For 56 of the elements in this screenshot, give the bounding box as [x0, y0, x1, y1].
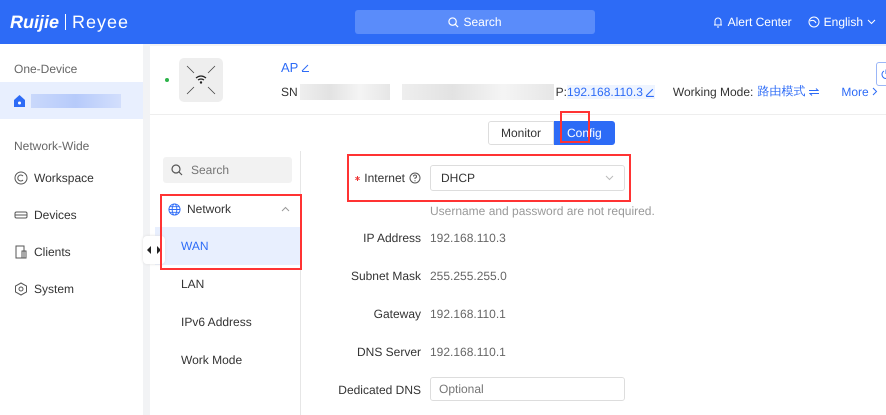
field-label: Dedicated DNS: [337, 382, 421, 399]
globe-icon: [168, 202, 181, 216]
brand-logo: Ruijie: [10, 12, 60, 32]
nav-icon: [14, 170, 28, 184]
bell-icon: [712, 16, 724, 28]
device-name[interactable]: AP: [281, 60, 878, 75]
internet-dropdown[interactable]: DHCP: [430, 165, 625, 191]
swap-icon: [809, 88, 820, 96]
menu-item[interactable]: LAN: [155, 265, 300, 303]
field-label: Gateway: [372, 306, 421, 323]
menu-group[interactable]: Network: [155, 191, 300, 227]
hint-text: Username and password are not required.: [430, 203, 655, 219]
field-label: DNS Server: [356, 344, 421, 361]
field-value: 192.168.110.1: [430, 306, 507, 323]
menu-search-field[interactable]: Search: [191, 163, 291, 177]
caret-icon: [281, 206, 290, 212]
globe-icon: [808, 16, 820, 28]
field-label: Subnet Mask: [350, 268, 421, 285]
search-box[interactable]: Search: [163, 157, 292, 183]
sidebar-item[interactable]: System: [0, 270, 143, 307]
caret-icon: [867, 19, 876, 25]
sidebar-item[interactable]: Workspace: [0, 159, 143, 196]
sidebar-item[interactable]: Clients: [0, 233, 143, 270]
working-mode-label: Working Mode:: [672, 84, 754, 98]
menu-item[interactable]: WAN: [155, 227, 300, 265]
field-value: 192.168.110.1: [430, 344, 507, 361]
language-dropdown[interactable]: English: [808, 15, 876, 29]
chevron-right-icon: [872, 87, 878, 96]
search-icon: [171, 164, 183, 176]
collapse-handle[interactable]: [143, 236, 165, 264]
ip-link[interactable]: 192.168.110.3: [567, 84, 655, 98]
field-label: IP Address: [362, 230, 421, 247]
serial-label: SN: [281, 84, 298, 98]
help-icon: [409, 172, 421, 184]
search-icon: [448, 16, 460, 28]
sidebar-item[interactable]: Devices: [0, 196, 143, 233]
menu-item[interactable]: Work Mode: [155, 341, 300, 379]
sidebar-section-title: Network-Wide: [13, 138, 90, 155]
home-icon: [14, 94, 25, 106]
working-mode-link[interactable]: 路由模式: [757, 83, 820, 100]
more-link[interactable]: More: [841, 84, 878, 98]
internet-label: Internet: [364, 171, 405, 185]
alert-center-link[interactable]: Alert Center: [712, 15, 792, 29]
view-tab[interactable]: Monitor: [488, 121, 554, 145]
menu-item[interactable]: IPv6 Address: [155, 303, 300, 341]
field-value: 192.168.110.3: [430, 230, 507, 247]
caret-icon: [605, 175, 614, 181]
nav-icon: [14, 244, 28, 258]
product-logo: Reyee: [72, 12, 130, 32]
dedicated-dns-field[interactable]: Optional: [430, 377, 625, 401]
nav-icon: [14, 282, 28, 296]
ip-label: P:: [556, 84, 568, 98]
edit-icon: [301, 63, 310, 72]
sidebar-section-title: One-Device: [13, 61, 78, 78]
edit-icon: [644, 86, 655, 96]
field-value: 255.255.255.0: [430, 268, 508, 285]
